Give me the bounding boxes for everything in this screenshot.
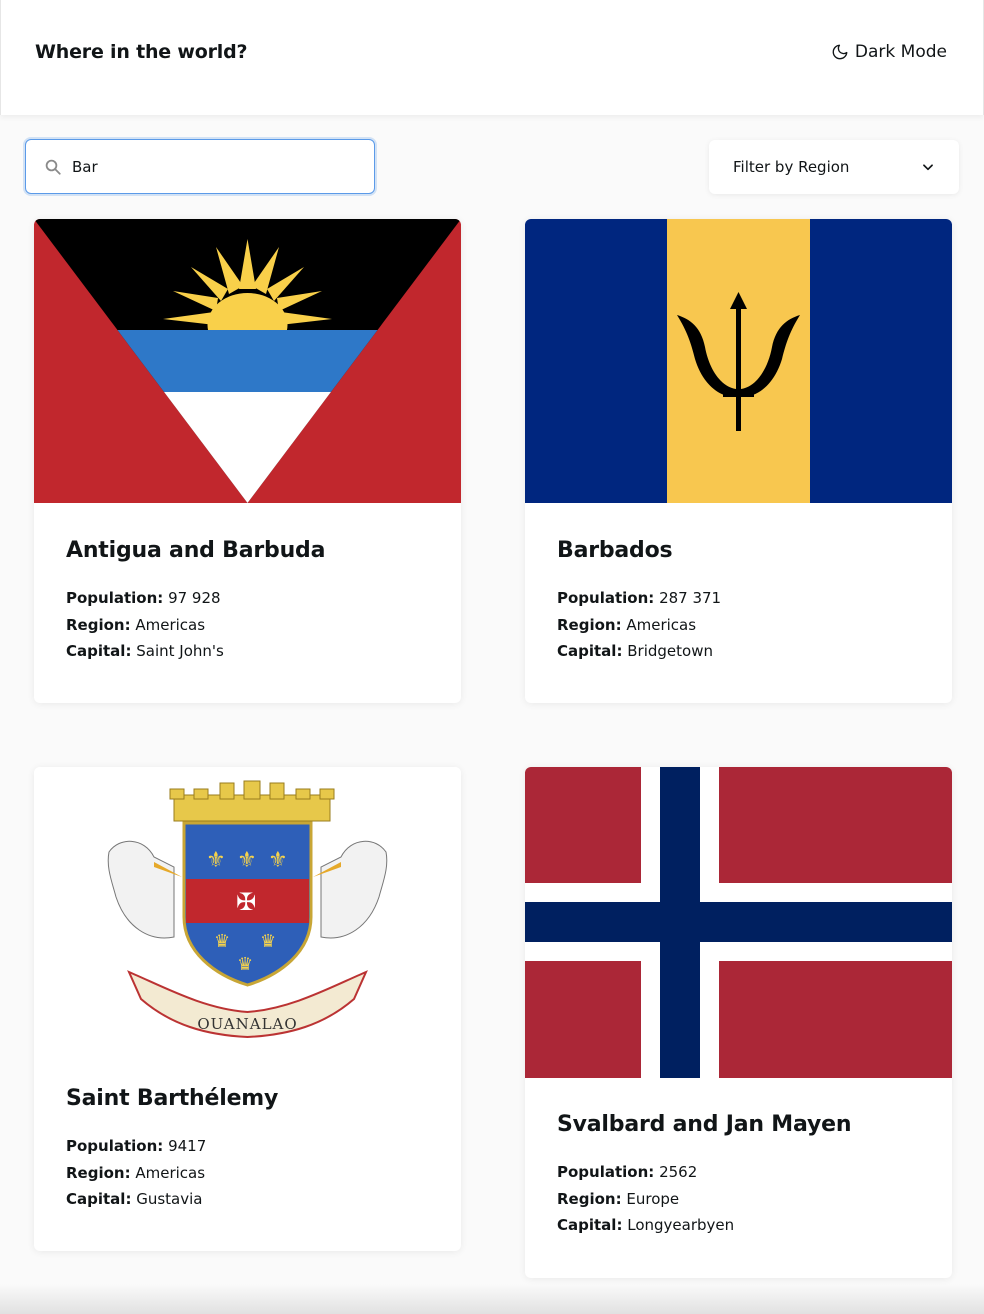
region-value: Americas [626,615,697,634]
top-header: Where in the world? Dark Mode [0,0,984,115]
card-body: Svalbard and Jan Mayen Population: 2562 … [525,1112,952,1239]
capital-value: Bridgetown [627,642,713,660]
search-input[interactable] [72,146,342,187]
svalbard-flag-image [525,767,952,1078]
region-stat: Region: Americas [66,1160,429,1187]
capital-label: Capital: [557,1216,623,1234]
country-card[interactable]: Antigua and Barbuda Population: 97 928 R… [34,219,461,703]
population-stat: Population: 97 928 [66,585,429,612]
population-stat: Population: 2562 [557,1159,920,1186]
svg-text:⚜: ⚜ [237,848,257,873]
country-card[interactable]: Barbados Population: 287 371 Region: Ame… [525,219,952,703]
card-body: Barbados Population: 287 371 Region: Ame… [525,538,952,665]
search-icon [45,159,61,175]
country-name: Saint Barthélemy [66,1086,279,1111]
capital-value: Gustavia [136,1190,203,1208]
region-stat: Region: Americas [66,612,429,639]
country-name: Antigua and Barbuda [66,538,326,563]
region-value: Americas [135,1163,206,1182]
card-body: Antigua and Barbuda Population: 97 928 R… [34,538,461,665]
population-value: 2562 [659,1163,698,1181]
region-stat: Region: Americas [557,612,920,639]
antigua-flag-image [34,219,461,503]
capital-value: Longyearbyen [627,1216,735,1234]
capital-label: Capital: [557,642,623,660]
region-value: Europe [626,1189,680,1208]
region-value: Americas [135,615,206,634]
capital-stat: Capital: Longyearbyen [557,1212,920,1239]
emblem-motto: OUANALAO [197,1015,297,1033]
dark-mode-toggle[interactable]: Dark Mode [831,42,947,62]
barbados-flag-image [525,219,952,503]
dark-mode-label: Dark Mode [854,42,947,62]
capital-value: Saint John's [136,642,224,660]
country-card[interactable]: Svalbard and Jan Mayen Population: 2562 … [525,767,952,1278]
search-box[interactable] [25,139,375,194]
app-title: Where in the world? [35,41,248,63]
population-label: Population: [66,589,164,607]
saint-barthelemy-coat-of-arms-image: ⚜ ⚜ ⚜ ♛ ♛ ♛ ✠ OUANALAO [34,767,461,1051]
region-label: Region: [557,615,622,634]
population-value: 97 928 [168,589,221,607]
bottom-scroll-fade [0,1284,984,1314]
population-value: 287 371 [659,589,722,607]
capital-stat: Capital: Saint John's [66,638,429,665]
region-filter-label: Filter by Region [733,158,850,176]
card-body: Saint Barthélemy Population: 9417 Region… [34,1086,461,1213]
region-label: Region: [557,1189,622,1208]
region-filter-dropdown[interactable]: Filter by Region [709,140,959,194]
svg-text:♛: ♛ [260,931,276,952]
capital-label: Capital: [66,1190,132,1208]
capital-stat: Capital: Bridgetown [557,638,920,665]
country-name: Svalbard and Jan Mayen [557,1112,852,1137]
country-card[interactable]: ⚜ ⚜ ⚜ ♛ ♛ ♛ ✠ OUANALAO Saint Barthélemy … [34,767,461,1251]
capital-stat: Capital: Gustavia [66,1186,429,1213]
svg-text:♛: ♛ [237,954,253,975]
population-stat: Population: 9417 [66,1133,429,1160]
population-label: Population: [557,1163,655,1181]
moon-icon [832,44,848,60]
region-label: Region: [66,615,131,634]
population-label: Population: [66,1137,164,1155]
country-name: Barbados [557,538,673,563]
chevron-down-icon [923,164,933,171]
region-label: Region: [66,1163,131,1182]
svg-text:✠: ✠ [236,888,256,916]
capital-label: Capital: [66,642,132,660]
population-label: Population: [557,589,655,607]
svg-text:⚜: ⚜ [206,848,226,873]
population-value: 9417 [168,1137,207,1155]
svg-text:♛: ♛ [214,931,230,952]
population-stat: Population: 287 371 [557,585,920,612]
svg-text:⚜: ⚜ [268,848,288,873]
region-stat: Region: Europe [557,1186,920,1213]
